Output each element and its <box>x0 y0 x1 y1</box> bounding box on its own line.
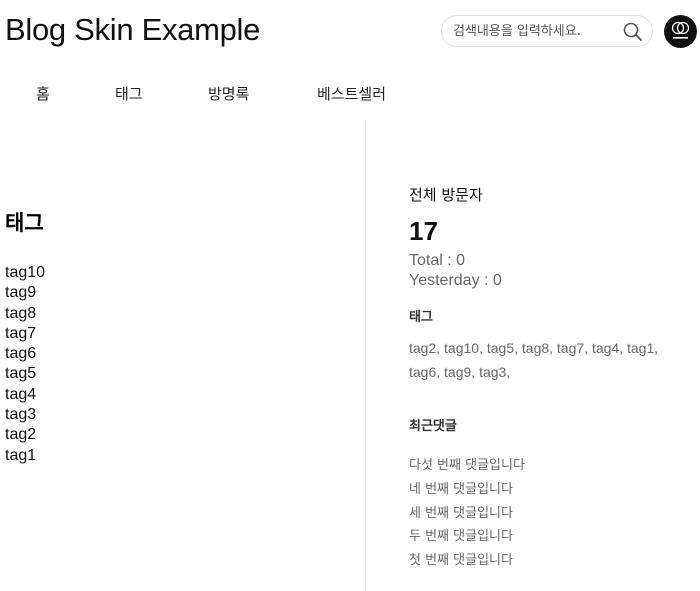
search-icon[interactable] <box>622 21 644 43</box>
nav-item-bestseller[interactable]: 베스트셀러 <box>317 82 386 106</box>
tag-cloud-item[interactable]: tag10, <box>444 340 483 356</box>
visitor-yesterday: Yesterday : 0 <box>409 272 502 289</box>
tag-cloud-item[interactable]: tag3, <box>479 364 510 380</box>
comment-item[interactable]: 세 번째 댓글입니다 <box>409 502 525 526</box>
tag-list-item[interactable]: tag1 <box>5 446 45 466</box>
tag-cloud-item[interactable]: tag8, <box>522 340 553 356</box>
tag-list-item[interactable]: tag6 <box>5 344 45 364</box>
nav-item-guestbook[interactable]: 방명록 <box>208 82 249 106</box>
tag-cloud-item[interactable]: tag4, <box>592 340 623 356</box>
tag-list-item[interactable]: tag10 <box>5 263 45 283</box>
visitor-total: Total : 0 <box>409 252 466 269</box>
tag-list-item[interactable]: tag3 <box>5 405 45 425</box>
tag-list-item[interactable]: tag7 <box>5 324 45 344</box>
tag-cloud-item[interactable]: tag9, <box>444 364 475 380</box>
visitor-heading: 전체 방문자 <box>409 186 483 204</box>
main-nav: 홈 태그 방명록 베스트셀러 <box>0 80 700 110</box>
tag-list-item[interactable]: tag5 <box>5 364 45 384</box>
tag-cloud-item[interactable]: tag5, <box>487 340 518 356</box>
search-box <box>441 15 653 47</box>
tag-cloud-item[interactable]: tag6, <box>409 364 440 380</box>
tag-list-item[interactable]: tag4 <box>5 385 45 405</box>
comment-item[interactable]: 다섯 번째 댓글입니다 <box>409 454 525 478</box>
site-title[interactable]: Blog Skin Example <box>5 8 260 52</box>
recent-comments-heading: 최근댓글 <box>409 419 457 434</box>
search-input[interactable] <box>453 16 613 46</box>
tag-cloud-item[interactable]: tag2, <box>409 340 440 356</box>
tag-cloud-item[interactable]: tag1, <box>627 340 658 356</box>
blog-logo-icon[interactable] <box>664 15 697 48</box>
tag-list-item[interactable]: tag2 <box>5 425 45 445</box>
visitor-count: 17 <box>409 216 438 246</box>
comment-item[interactable]: 첫 번째 댓글입니다 <box>409 549 525 573</box>
comment-item[interactable]: 두 번째 댓글입니다 <box>409 525 525 549</box>
nav-item-home[interactable]: 홈 <box>36 82 50 106</box>
tag-list-item[interactable]: tag9 <box>5 283 45 303</box>
column-divider <box>365 122 366 591</box>
tag-list: tag10 tag9 tag8 tag7 tag6 tag5 tag4 tag3… <box>5 263 45 466</box>
recent-comments-list: 다섯 번째 댓글입니다 네 번째 댓글입니다 세 번째 댓글입니다 두 번째 댓… <box>409 454 525 573</box>
tag-list-item[interactable]: tag8 <box>5 304 45 324</box>
tag-cloud-item[interactable]: tag7, <box>557 340 588 356</box>
sidebar-tag-heading: 태그 <box>409 310 433 325</box>
comment-item[interactable]: 네 번째 댓글입니다 <box>409 478 525 502</box>
tag-cloud: tag2, tag10, tag5, tag8, tag7, tag4, tag… <box>409 336 684 384</box>
nav-item-tag[interactable]: 태그 <box>115 82 143 106</box>
page-title: 태그 <box>5 211 44 235</box>
